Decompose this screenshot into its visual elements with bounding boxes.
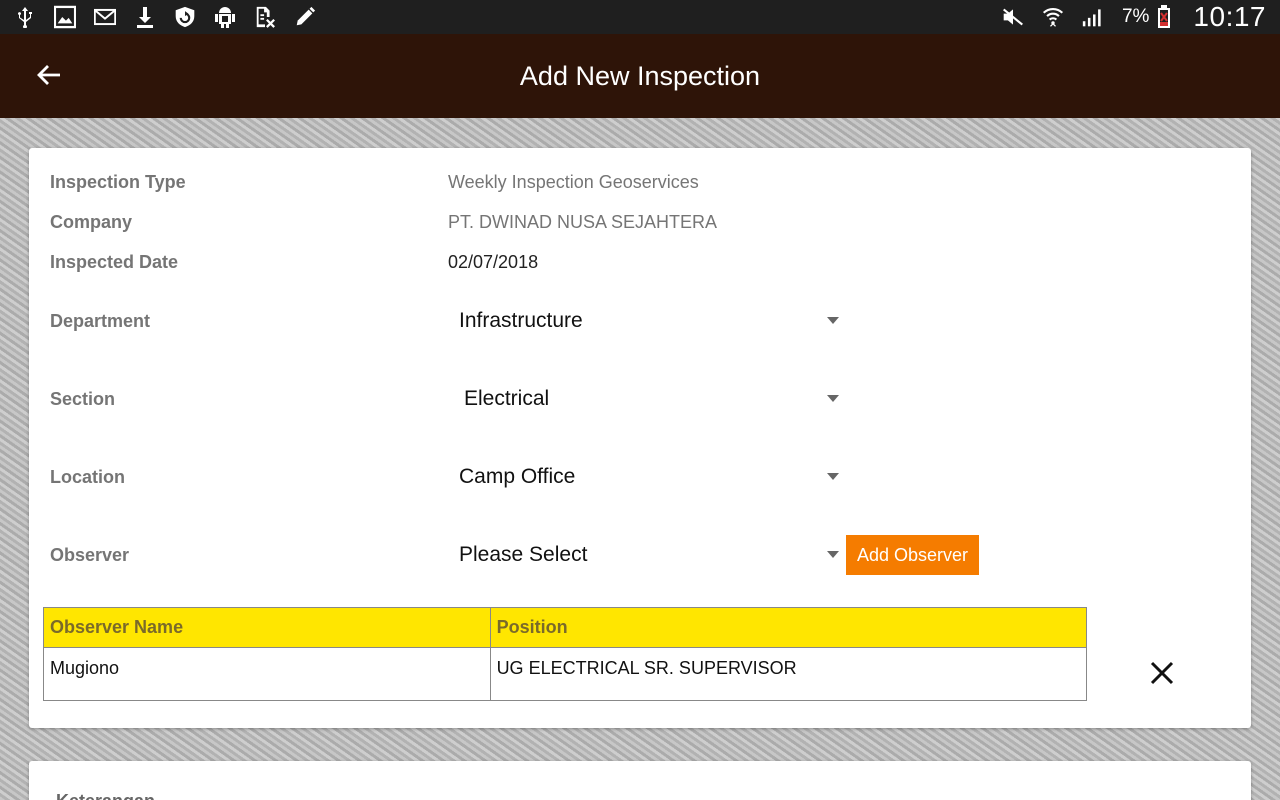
clock-time: 10:17 — [1193, 1, 1266, 32]
usb-icon — [14, 6, 36, 28]
android-debug-icon — [214, 6, 236, 28]
pencil-icon — [294, 6, 316, 28]
signal-icon — [1082, 6, 1104, 28]
app-bar: Add New Inspection — [0, 34, 1280, 118]
observer-table: Observer Name Position Mugiono UG ELECTR… — [43, 607, 1088, 701]
wifi-icon — [1042, 6, 1064, 28]
table-header-row: Observer Name Position — [43, 607, 1088, 648]
company-label: Company — [50, 212, 133, 232]
mail-icon — [94, 6, 116, 28]
section-dropdown[interactable]: Electrical — [449, 379, 839, 419]
download-icon — [134, 6, 156, 28]
observer-dropdown[interactable]: Please Select — [449, 535, 839, 575]
section-selected: Electrical — [464, 387, 550, 410]
section-label: Section — [50, 389, 116, 409]
inspection-type-label: Inspection Type — [50, 172, 186, 192]
inspection-type-value: Weekly Inspection Geoservices — [448, 172, 699, 192]
inspected-date-label: Inspected Date — [50, 252, 179, 272]
observer-selected: Please Select — [459, 543, 588, 566]
location-selected: Camp Office — [459, 465, 576, 488]
arrow-back-icon — [37, 65, 60, 85]
page-title: Add New Inspection — [519, 60, 761, 91]
battery-low-icon — [1153, 5, 1175, 28]
location-label: Location — [50, 467, 125, 487]
status-bar: 7% 10:17 — [0, 0, 1280, 34]
company-value: PT. DWINAD NUSA SEJAHTERA — [448, 212, 718, 232]
dropdown-arrow-icon — [827, 551, 839, 558]
no-sim-doc-icon — [254, 6, 276, 28]
observer-name-cell: Mugiono — [43, 647, 491, 701]
column-header-observer-name: Observer Name — [43, 607, 491, 648]
observer-position-cell: UG ELECTRICAL SR. SUPERVISOR — [489, 647, 1088, 701]
department-selected: Infrastructure — [459, 309, 583, 332]
inspection-form-card: Inspection Type Weekly Inspection Geoser… — [29, 148, 1251, 728]
battery-percent: 7% — [1121, 6, 1150, 27]
observer-label: Observer — [50, 545, 130, 565]
shield-icon — [174, 6, 196, 28]
department-dropdown[interactable]: Infrastructure — [449, 301, 839, 341]
dropdown-arrow-icon — [827, 395, 839, 402]
notes-card: Keterangan — [29, 761, 1251, 800]
table-row: Mugiono UG ELECTRICAL SR. SUPERVISOR — [43, 647, 1088, 701]
notes-label: Keterangan — [56, 791, 155, 800]
dropdown-arrow-icon — [827, 473, 839, 480]
image-icon — [54, 5, 76, 29]
mute-icon — [1002, 6, 1024, 28]
location-dropdown[interactable]: Camp Office — [449, 457, 839, 497]
close-icon — [1150, 661, 1174, 685]
remove-observer-button[interactable] — [1147, 658, 1177, 688]
inspected-date-value: 02/07/2018 — [448, 252, 539, 272]
department-label: Department — [50, 311, 151, 331]
column-header-position: Position — [489, 607, 1088, 648]
add-observer-button[interactable]: Add Observer — [846, 535, 979, 575]
back-button[interactable] — [28, 54, 70, 96]
dropdown-arrow-icon — [827, 317, 839, 324]
